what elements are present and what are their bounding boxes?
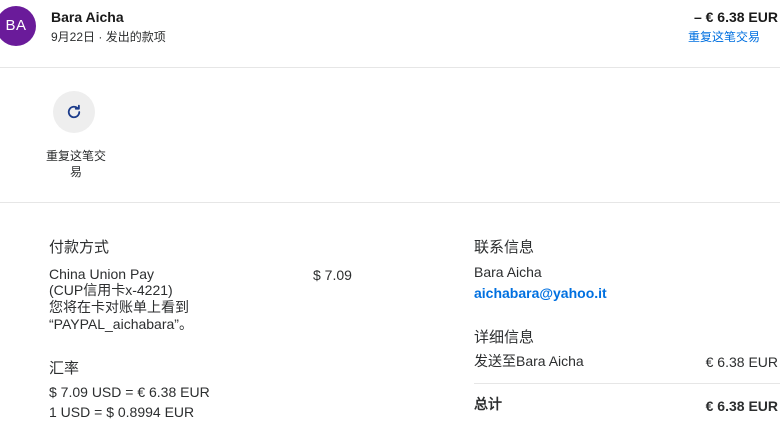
actions-section: 重复这笔交易: [0, 68, 780, 203]
payment-method-name: China Union Pay: [49, 266, 155, 282]
repeat-transaction-button[interactable]: [53, 91, 95, 133]
contact-email-link[interactable]: aichabara@yahoo.it: [474, 285, 607, 301]
detail-divider: [474, 383, 780, 384]
exchange-rate-line2: 1 USD = $ 0.8994 EUR: [49, 404, 195, 420]
transaction-amount: – € 6.38 EUR: [693, 9, 778, 25]
sent-to-amount: € 6.38 EUR: [705, 354, 778, 370]
total-label: 总计: [474, 396, 502, 412]
payment-amount: $ 7.09: [313, 267, 352, 283]
contact-name: Bara Aicha: [474, 264, 542, 280]
exchange-rate-title: 汇率: [49, 360, 80, 377]
transaction-date: 9月22日: [51, 30, 96, 44]
statement-note-line1: 您将在卡对账单上看到: [49, 299, 189, 315]
contact-info-title: 联系信息: [474, 239, 535, 256]
avatar: BA: [0, 6, 36, 46]
repeat-transaction-link[interactable]: 重复这笔交易: [688, 28, 760, 45]
detail-info-title: 详细信息: [474, 329, 535, 346]
total-amount: € 6.38 EUR: [705, 398, 778, 414]
subtitle-separator: ·: [98, 30, 103, 44]
payment-method-title: 付款方式: [49, 239, 110, 256]
statement-note-line2: “PAYPAL_aichabara”。: [49, 316, 193, 332]
recipient-name: Bara Aicha: [51, 9, 124, 25]
transaction-header: BA Bara Aicha 9月22日 · 发出的款项 – € 6.38 EUR…: [0, 0, 780, 68]
repeat-transaction-label: 重复这笔交易: [45, 149, 106, 179]
transaction-subtitle: 9月22日 · 发出的款项: [51, 28, 166, 45]
refresh-icon: [65, 103, 83, 121]
details-section: 付款方式 China Union Pay (CUP信用卡x-4221) 您将在卡…: [0, 203, 780, 431]
exchange-rate-line1: $ 7.09 USD = € 6.38 EUR: [49, 384, 210, 400]
payment-method-card: (CUP信用卡x-4221): [49, 282, 173, 298]
transaction-type: 发出的款项: [105, 30, 166, 44]
sent-to-label: 发送至Bara Aicha: [474, 353, 584, 369]
